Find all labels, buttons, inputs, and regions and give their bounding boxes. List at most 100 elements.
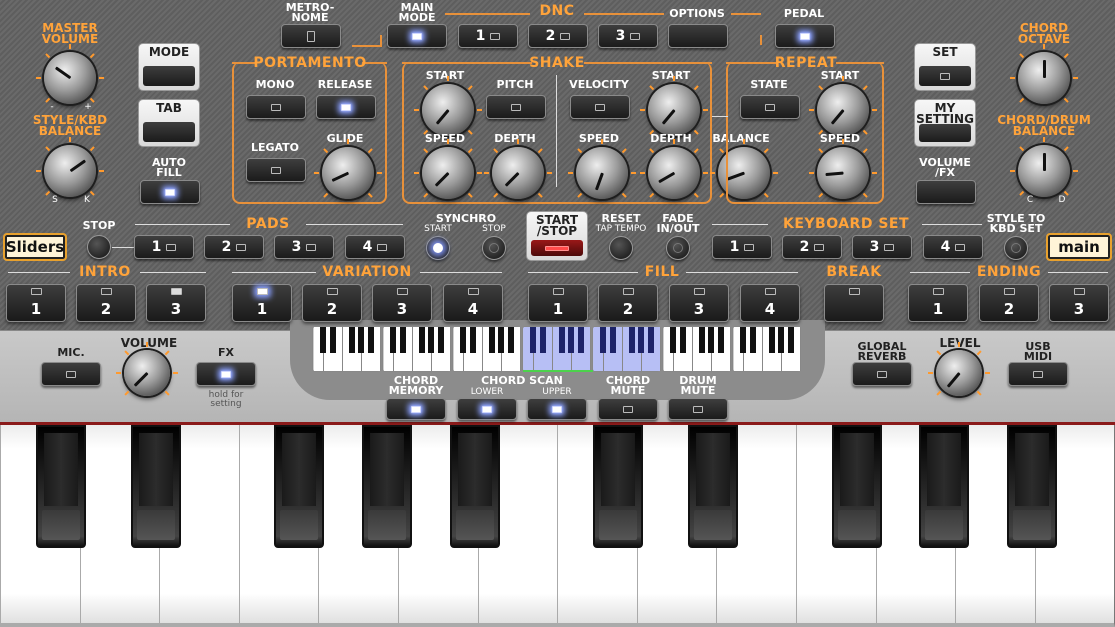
main-button[interactable]: main [1046,233,1112,261]
fill-button-1[interactable]: 1 [528,284,588,322]
piano-black-key[interactable] [362,425,412,548]
main-mode-button[interactable] [387,24,447,48]
pad-button-2[interactable]: 2 [204,235,264,259]
level-knob[interactable] [928,342,990,396]
synchro-stop-button[interactable] [482,236,506,260]
intro-button-2[interactable]: 2 [76,284,136,322]
drum-mute-button[interactable] [668,398,728,420]
start-stop-button[interactable]: START /STOP [526,211,588,261]
portamento-label: PORTAMENTO [253,55,367,71]
auto-fill-button[interactable] [140,180,200,204]
chord-octave-knob[interactable] [1010,44,1078,104]
sliders-button[interactable]: Sliders [3,233,67,261]
variation-button-4[interactable]: 4 [443,284,503,322]
piano-black-key[interactable] [688,425,739,548]
variation-button-3[interactable]: 3 [372,284,432,322]
metronome-button[interactable] [281,24,341,48]
shake-speed-knob[interactable] [414,139,482,199]
glide-knob[interactable] [314,139,382,199]
octave-block-7[interactable] [732,326,801,372]
keyboard-range-strip[interactable] [312,326,802,372]
usb-midi-button[interactable] [1008,362,1068,386]
piano-black-key[interactable] [919,425,970,548]
dnc-button-2[interactable]: 2 [528,24,588,48]
reset-tap-tempo-button[interactable] [609,236,633,260]
octave-block-3[interactable] [452,326,521,372]
global-reverb-button[interactable] [852,362,912,386]
mic-button[interactable] [41,362,101,386]
octave-block-4[interactable] [522,326,591,372]
intro-button-3[interactable]: 3 [146,284,206,322]
pad-button-4[interactable]: 4 [345,235,405,259]
fx-button[interactable] [196,362,256,386]
volume-fx-button[interactable] [916,180,976,204]
kbd-set-button-1[interactable]: 1 [712,235,772,259]
piano-black-key[interactable] [592,425,643,548]
piano-black-key[interactable] [1006,425,1057,548]
kbd-set-button-4[interactable]: 4 [923,235,983,259]
master-volume-knob[interactable] [36,44,104,104]
piano-black-key[interactable] [449,425,500,548]
fill-button-4[interactable]: 4 [740,284,800,322]
shake-depth2-knob[interactable] [640,139,708,199]
fx-hint-label: hold for setting [208,390,244,409]
chord-mute-button[interactable] [598,398,658,420]
shake-start-knob[interactable] [414,76,482,136]
style-to-kbd-set-button[interactable] [1004,236,1028,260]
octave-block-6[interactable] [662,326,731,372]
piano-black-key[interactable] [831,425,882,548]
intro-button-1[interactable]: 1 [6,284,66,322]
chord-memory-button[interactable] [386,398,446,420]
variation-button-2[interactable]: 2 [302,284,362,322]
pads-stop-button[interactable] [87,235,111,259]
fx-label: FX [218,346,234,359]
chord-drum-balance-knob[interactable] [1010,137,1078,197]
shake-start2-knob[interactable] [640,76,708,136]
synchro-start-button[interactable] [426,236,450,260]
velocity-label: VELOCITY [569,78,629,91]
chord-scan-lower-button[interactable] [457,398,517,420]
release-button[interactable] [316,95,376,119]
ending-label: ENDING [976,264,1042,280]
fill-button-2[interactable]: 2 [598,284,658,322]
repeat-speed-knob[interactable] [809,139,877,199]
velocity-button[interactable] [570,95,630,119]
shake-speed2-knob[interactable] [568,139,636,199]
set-button[interactable]: SET [914,43,976,91]
kbd-set-button-2[interactable]: 2 [782,235,842,259]
chord-scan-upper-button[interactable] [527,398,587,420]
octave-block-5[interactable] [592,326,661,372]
fade-in-out-button[interactable] [666,236,690,260]
tab-button[interactable]: TAB [138,99,200,147]
variation-button-1[interactable]: 1 [232,284,292,322]
tap-tempo-label: TAP TEMPO [595,224,647,234]
shake-depth-knob[interactable] [484,139,552,199]
legato-button[interactable] [246,158,306,182]
dnc-button-3[interactable]: 3 [598,24,658,48]
ending-button-1[interactable]: 1 [908,284,968,322]
ending-button-2[interactable]: 2 [979,284,1039,322]
mode-button[interactable]: MODE [138,43,200,91]
pedal-button[interactable] [775,24,835,48]
pitch-button[interactable] [486,95,546,119]
mono-button[interactable] [246,95,306,119]
ending-button-3[interactable]: 3 [1049,284,1109,322]
fill-button-3[interactable]: 3 [669,284,729,322]
my-setting-button[interactable]: MY SETTING [914,99,976,147]
break-button[interactable] [824,284,884,322]
octave-block-1[interactable] [312,326,381,372]
repeat-start-knob[interactable] [809,76,877,136]
piano-black-key[interactable] [131,425,182,548]
pad-button-1[interactable]: 1 [134,235,194,259]
dnc-button-1[interactable]: 1 [458,24,518,48]
options-button[interactable] [668,24,728,48]
octave-block-2[interactable] [382,326,451,372]
main-mode-label: MAIN MODE [398,1,436,24]
state-button[interactable] [740,95,800,119]
pad-button-3[interactable]: 3 [274,235,334,259]
kbd-set-button-3[interactable]: 3 [852,235,912,259]
piano-black-key[interactable] [35,425,86,548]
lower-volume-knob[interactable] [116,342,178,396]
style-kbd-balance-knob[interactable] [36,137,104,197]
piano-black-key[interactable] [274,425,325,548]
